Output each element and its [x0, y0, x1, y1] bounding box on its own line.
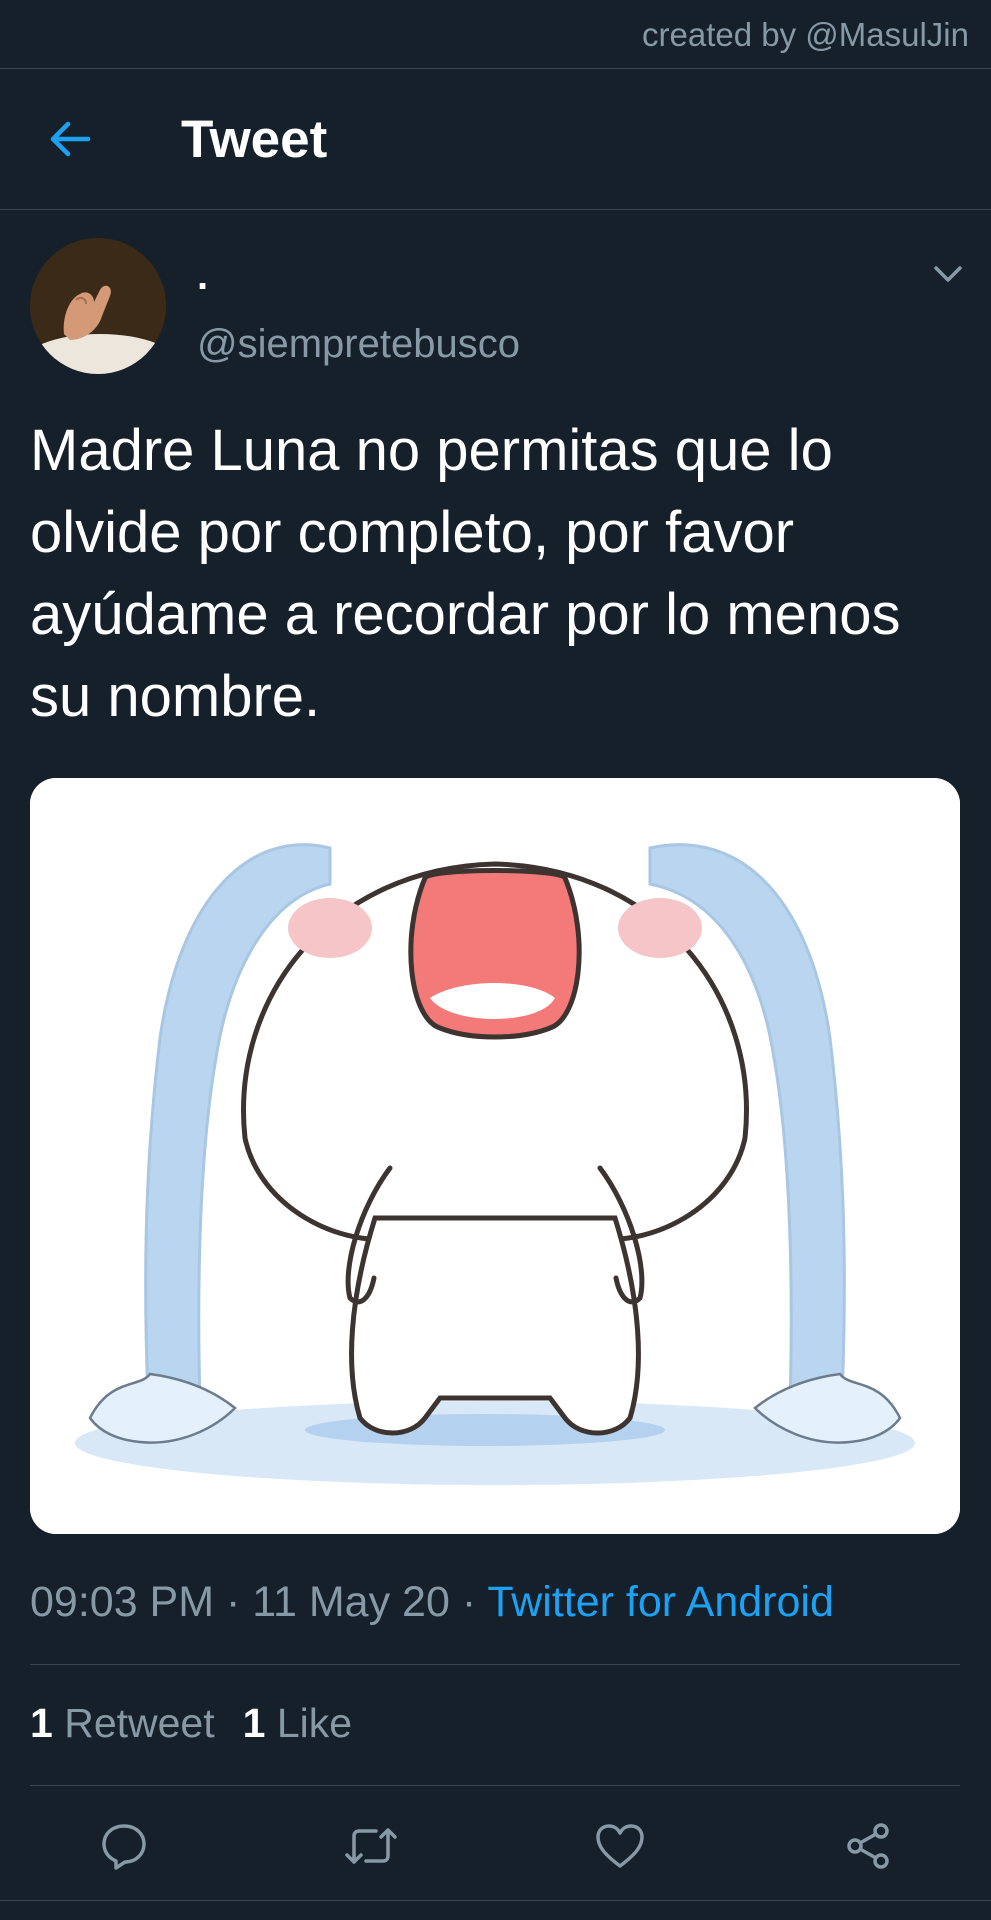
reply-button[interactable] [96, 1818, 152, 1874]
tweet-meta: 09:03 PM · 11 May 20 · Twitter for Andro… [30, 1578, 834, 1627]
arrow-left-icon [50, 121, 91, 157]
tweet-header: Tweet [0, 69, 991, 210]
tweet-stats: 1 Retweet 1 Like [30, 1700, 352, 1747]
credit-text: created by @MasulJin [642, 16, 969, 53]
tweet-text: Madre Luna no permitas que lo olvide por… [30, 418, 901, 729]
user-handle[interactable]: @siempretebusco [197, 322, 520, 367]
retweets-count: 1 [30, 1700, 53, 1746]
tweet-source-link[interactable]: Twitter for Android [487, 1578, 834, 1626]
retweet-icon [345, 1828, 397, 1864]
more-options-button[interactable] [930, 256, 966, 292]
meta-separator: · [214, 1578, 253, 1626]
likes-count: 1 [242, 1700, 266, 1746]
retweets-label: Retweet [64, 1700, 215, 1746]
divider [30, 1664, 960, 1665]
share-button[interactable] [840, 1818, 896, 1874]
chevron-down-icon [934, 266, 962, 282]
heart-icon [596, 1824, 644, 1868]
likes-label: Like [276, 1700, 353, 1746]
share-icon [847, 1823, 889, 1869]
likes-stat[interactable]: 1 Like [243, 1700, 352, 1746]
back-button[interactable] [42, 113, 98, 165]
avatar-photo [30, 238, 166, 374]
tweet-image[interactable] [30, 778, 960, 1534]
tweet-date: 11 May 20 [252, 1578, 450, 1626]
avatar[interactable] [30, 238, 166, 374]
like-button[interactable] [592, 1818, 648, 1874]
meta-separator: · [449, 1578, 488, 1626]
credit-bar: created by @MasulJin [0, 0, 991, 69]
tweet-time: 09:03 PM [30, 1578, 215, 1626]
divider [0, 1900, 991, 1901]
retweets-stat[interactable]: 1 Retweet [30, 1700, 215, 1746]
display-name[interactable]: . [197, 254, 208, 299]
tweet-actions [0, 1786, 991, 1896]
retweet-button[interactable] [343, 1818, 399, 1874]
crying-cartoon-illustration [30, 778, 960, 1534]
comment-icon [102, 1824, 146, 1870]
page-title: Tweet [181, 110, 328, 169]
